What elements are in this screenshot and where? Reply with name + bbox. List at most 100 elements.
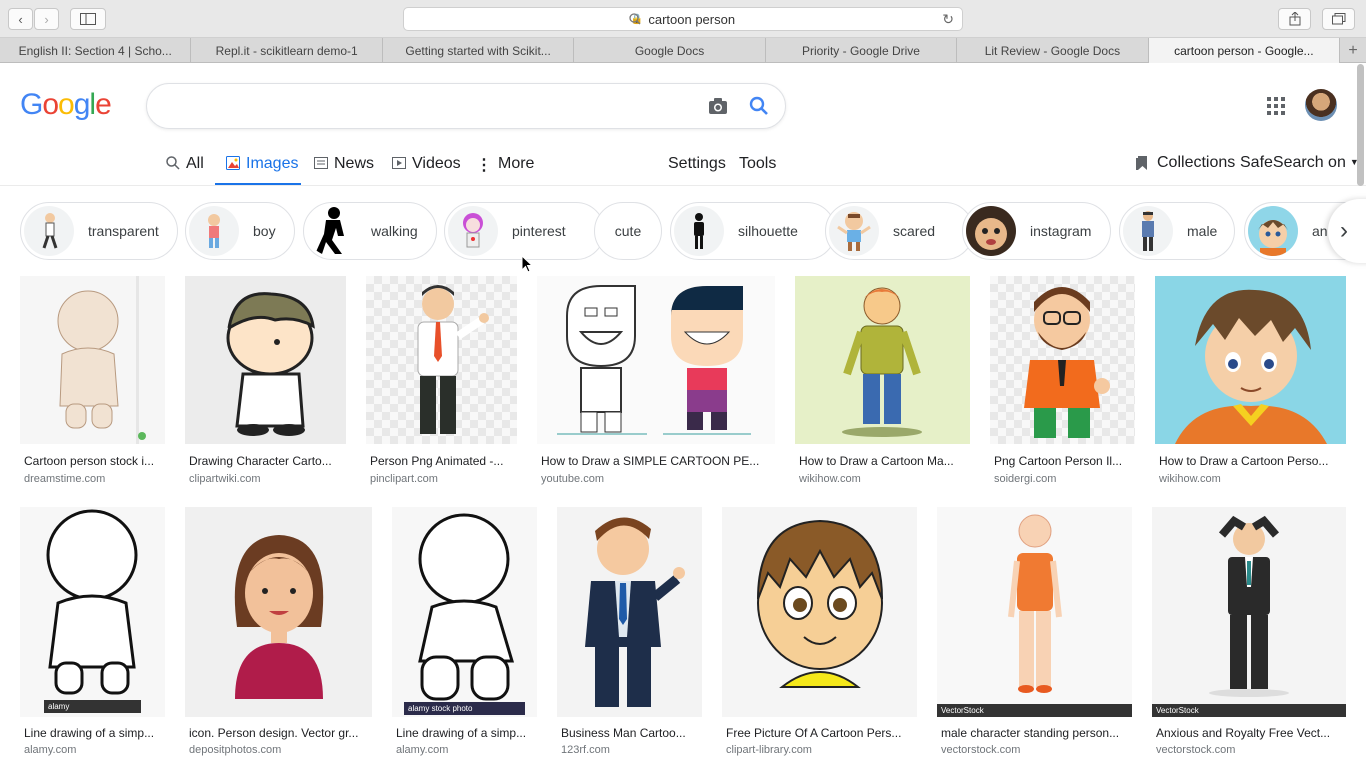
image-result[interactable]: Cartoon person stock i... dreamstime.com <box>20 276 165 486</box>
result-thumbnail[interactable] <box>557 507 702 717</box>
chip-label: pinterest <box>512 223 566 239</box>
image-icon <box>226 156 240 170</box>
result-title[interactable]: How to Draw a Cartoon Perso... <box>1159 454 1346 468</box>
chip-instagram[interactable]: instagram <box>962 202 1111 260</box>
result-title[interactable]: How to Draw a SIMPLE CARTOON PE... <box>541 454 775 468</box>
boy-icon <box>189 206 239 256</box>
forward-button[interactable]: › <box>34 8 59 30</box>
girl-icon <box>448 206 498 256</box>
collections-link[interactable]: Collections <box>1135 149 1235 185</box>
tab[interactable]: Google Docs <box>574 38 766 63</box>
camera-icon[interactable] <box>708 97 728 115</box>
tab[interactable]: Getting started with Scikit... <box>383 38 575 63</box>
tools-label: Tools <box>739 155 777 172</box>
safesearch-toggle[interactable]: SafeSearch on ▼ <box>1240 149 1359 185</box>
bookmark-icon <box>1136 156 1147 170</box>
sidebar-button[interactable] <box>70 8 106 30</box>
result-title[interactable]: Drawing Character Carto... <box>189 454 346 468</box>
image-result[interactable]: Free Picture Of A Cartoon Pers... clipar… <box>722 507 917 763</box>
result-thumbnail[interactable]: VectorStock <box>1152 507 1346 717</box>
image-result[interactable]: How to Draw a SIMPLE CARTOON PE... youtu… <box>537 276 775 486</box>
tab-all[interactable]: All <box>166 150 204 186</box>
result-source: pinclipart.com <box>370 473 438 485</box>
tab-active[interactable]: cartoon person - Google... <box>1148 38 1341 63</box>
tab-videos[interactable]: Videos <box>392 150 461 186</box>
result-thumbnail[interactable] <box>366 276 517 444</box>
tab-videos-label: Videos <box>412 155 461 172</box>
apps-icon[interactable] <box>1267 97 1285 115</box>
reload-icon[interactable]: ↻ <box>942 11 954 28</box>
google-logo[interactable]: Google <box>20 88 112 122</box>
search-icon <box>166 156 180 170</box>
result-source: clipart-library.com <box>726 744 812 756</box>
image-result[interactable]: How to Draw a Cartoon Perso... wikihow.c… <box>1155 276 1346 486</box>
avatar[interactable] <box>1305 89 1337 121</box>
result-title[interactable]: Anxious and Royalty Free Vect... <box>1156 726 1346 740</box>
tabs-overview-button[interactable] <box>1322 8 1355 30</box>
image-result[interactable]: icon. Person design. Vector gr... deposi… <box>185 507 372 763</box>
result-title[interactable]: How to Draw a Cartoon Ma... <box>799 454 970 468</box>
result-thumbnail[interactable] <box>537 276 775 444</box>
search-input[interactable] <box>167 96 687 118</box>
result-source: 123rf.com <box>561 744 610 756</box>
result-thumbnail[interactable]: alamy <box>20 507 165 717</box>
collections-label: Collections <box>1157 154 1236 171</box>
image-result[interactable]: VectorStock Anxious and Royalty Free Vec… <box>1152 507 1346 763</box>
result-thumbnail[interactable] <box>722 507 917 717</box>
share-button[interactable] <box>1278 8 1311 30</box>
new-tab-button[interactable]: + <box>1340 38 1366 63</box>
result-title[interactable]: icon. Person design. Vector gr... <box>189 726 372 740</box>
chip-walking[interactable]: walking <box>303 202 437 260</box>
chip-silhouette[interactable]: silhouette <box>670 202 836 260</box>
result-title[interactable]: Cartoon person stock i... <box>24 454 165 468</box>
result-thumbnail[interactable] <box>185 276 346 444</box>
tab[interactable]: Priority - Google Drive <box>766 38 958 63</box>
chip-transparent[interactable]: transparent <box>20 202 178 260</box>
tools-link[interactable]: Tools <box>739 150 776 186</box>
result-thumbnail[interactable] <box>1155 276 1346 444</box>
result-thumbnail[interactable] <box>795 276 970 444</box>
result-title[interactable]: Free Picture Of A Cartoon Pers... <box>726 726 917 740</box>
tab[interactable]: Lit Review - Google Docs <box>957 38 1149 63</box>
result-title[interactable]: Person Png Animated -... <box>370 454 517 468</box>
tab[interactable]: English II: Section 4 | Scho... <box>0 38 192 63</box>
chip-boy[interactable]: boy <box>185 202 295 260</box>
image-result[interactable]: alamy Line drawing of a simp... alamy.co… <box>20 507 165 763</box>
address-bar[interactable]: 🔒 cartoon person ↻ <box>403 7 963 31</box>
tab-more[interactable]: ⋮ More <box>476 150 534 186</box>
image-result[interactable]: Person Png Animated -... pinclipart.com <box>366 276 517 486</box>
result-title[interactable]: Png Cartoon Person Il... <box>994 454 1135 468</box>
result-thumbnail[interactable] <box>990 276 1135 444</box>
result-thumbnail[interactable] <box>185 507 372 717</box>
result-title[interactable]: Business Man Cartoo... <box>561 726 702 740</box>
tab-images[interactable]: Images <box>215 150 301 186</box>
chip-scared[interactable]: scared <box>825 202 974 260</box>
result-thumbnail[interactable]: alamy stock photo <box>392 507 537 717</box>
chevron-right-icon: › <box>44 11 49 27</box>
result-source: soidergi.com <box>994 473 1057 485</box>
image-result[interactable]: How to Draw a Cartoon Ma... wikihow.com <box>795 276 970 486</box>
result-thumbnail[interactable] <box>20 276 165 444</box>
chip-pinterest[interactable]: pinterest <box>444 202 605 260</box>
result-title[interactable]: male character standing person... <box>941 726 1132 740</box>
image-result[interactable]: Drawing Character Carto... clipartwiki.c… <box>185 276 346 486</box>
image-result[interactable]: Png Cartoon Person Il... soidergi.com <box>990 276 1135 486</box>
tab-news[interactable]: News <box>314 150 374 186</box>
result-thumbnail[interactable]: VectorStock <box>937 507 1132 717</box>
scrollbar[interactable] <box>1357 64 1364 186</box>
result-title[interactable]: Line drawing of a simp... <box>24 726 165 740</box>
face-icon <box>966 206 1016 256</box>
image-result[interactable]: alamy stock photo Line drawing of a simp… <box>392 507 537 763</box>
chip-cute[interactable]: cute <box>594 202 662 260</box>
search-icon[interactable] <box>749 96 769 116</box>
watermark-badge: VectorStock <box>1152 704 1346 717</box>
back-button[interactable]: ‹ <box>8 8 33 30</box>
image-result[interactable]: Business Man Cartoo... 123rf.com <box>557 507 702 763</box>
result-title[interactable]: Line drawing of a simp... <box>396 726 537 740</box>
address-text: cartoon person <box>648 11 736 27</box>
settings-link[interactable]: Settings <box>668 150 726 186</box>
man-icon <box>1123 206 1173 256</box>
chip-male[interactable]: male <box>1119 202 1235 260</box>
tab[interactable]: Repl.it - scikitlearn demo-1 <box>191 38 383 63</box>
image-result[interactable]: VectorStock male character standing pers… <box>937 507 1132 763</box>
